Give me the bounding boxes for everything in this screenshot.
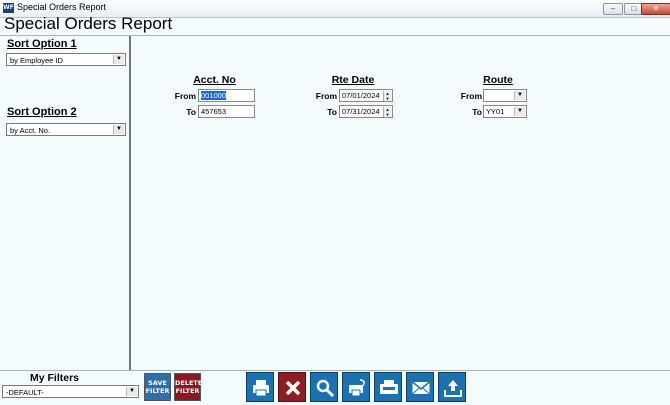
route-to-label: To xyxy=(472,107,482,117)
route-to-select[interactable]: YY01 ▼ xyxy=(483,105,527,118)
sort-option-1-value: by Employee ID xyxy=(10,56,63,65)
rte-date-from-value: 07/01/2024 xyxy=(342,91,380,100)
window-title: Special Orders Report xyxy=(17,2,107,12)
fax-icon xyxy=(380,380,398,394)
filter-panel: Acct. No From 001000 To 457653 Rte Date … xyxy=(132,36,670,370)
save-filter-label-2: FILTER xyxy=(145,387,170,395)
sort-option-1-label: Sort Option 1 xyxy=(7,38,77,50)
chevron-down-icon[interactable]: ▼ xyxy=(514,91,525,100)
rte-date-from-label: From xyxy=(315,91,337,101)
my-filters-value: -DEFAULT- xyxy=(6,388,44,397)
route-to-value: YY01 xyxy=(486,107,505,116)
acct-no-from-value: 001000 xyxy=(201,91,227,100)
route-header: Route xyxy=(483,74,513,86)
save-filter-label-1: SAVE xyxy=(148,379,167,387)
delete-filter-label-2: FILTER xyxy=(175,387,200,395)
acct-no-from-label: From xyxy=(174,91,196,101)
chevron-down-icon[interactable]: ▼ xyxy=(113,55,124,64)
print-icon xyxy=(253,380,269,397)
acct-no-header: Acct. No xyxy=(193,74,236,86)
print-button[interactable] xyxy=(246,372,274,402)
rte-date-from-input[interactable]: 07/01/2024 ▲ ▼ xyxy=(339,89,393,102)
my-filters-select[interactable]: -DEFAULT- ▼ xyxy=(2,385,139,398)
minimize-button[interactable]: – xyxy=(603,3,623,15)
sort-option-2-label: Sort Option 2 xyxy=(7,106,77,118)
rte-date-to-value: 07/31/2024 xyxy=(342,107,380,116)
save-filter-button[interactable]: SAVE FILTER xyxy=(144,373,171,401)
delete-filter-label-1: DELETE xyxy=(175,379,203,387)
acct-no-from-input[interactable]: 001000 xyxy=(198,89,255,102)
rte-date-to-input[interactable]: 07/31/2024 ▲ ▼ xyxy=(339,105,393,118)
email-button[interactable] xyxy=(406,372,434,402)
chevron-down-icon[interactable]: ▼ xyxy=(126,387,137,396)
sort-option-2-value: by Acct. No. xyxy=(10,126,51,135)
sort-panel: Sort Option 1 by Employee ID ▼ Sort Opti… xyxy=(0,36,131,370)
rte-date-to-label: To xyxy=(327,107,337,117)
fax-button[interactable] xyxy=(374,372,402,402)
my-filters-label: My Filters xyxy=(30,372,80,384)
export-icon xyxy=(444,380,462,397)
date-spinner[interactable]: ▲ ▼ xyxy=(383,91,391,101)
report-title: Special Orders Report xyxy=(4,14,173,33)
sort-option-1-select[interactable]: by Employee ID ▼ xyxy=(6,53,126,66)
divider xyxy=(0,370,670,371)
sort-option-2-select[interactable]: by Acct. No. ▼ xyxy=(6,123,126,136)
route-from-select[interactable]: ▼ xyxy=(483,89,527,102)
delete-filter-button[interactable]: DELETE FILTER xyxy=(174,373,203,401)
chevron-down-icon[interactable]: ▼ xyxy=(113,125,124,134)
preview-button[interactable] xyxy=(310,372,338,402)
email-icon xyxy=(412,381,430,395)
close-button[interactable]: ✕ xyxy=(641,3,670,15)
date-spinner[interactable]: ▲ ▼ xyxy=(383,107,391,117)
print-setup-button[interactable] xyxy=(342,372,370,402)
print-setup-icon xyxy=(349,379,365,397)
app-icon: WF xyxy=(3,3,14,13)
route-from-label: From xyxy=(460,91,482,101)
rte-date-header: Rte Date xyxy=(331,74,375,86)
acct-no-to-label: To xyxy=(186,107,196,117)
preview-search-icon xyxy=(316,379,335,398)
cancel-icon xyxy=(285,380,301,396)
cancel-button[interactable] xyxy=(278,372,306,402)
acct-no-to-value: 457653 xyxy=(201,107,227,116)
export-button[interactable] xyxy=(438,372,466,402)
acct-no-to-input[interactable]: 457653 xyxy=(198,105,255,118)
chevron-down-icon[interactable]: ▼ xyxy=(514,107,525,116)
